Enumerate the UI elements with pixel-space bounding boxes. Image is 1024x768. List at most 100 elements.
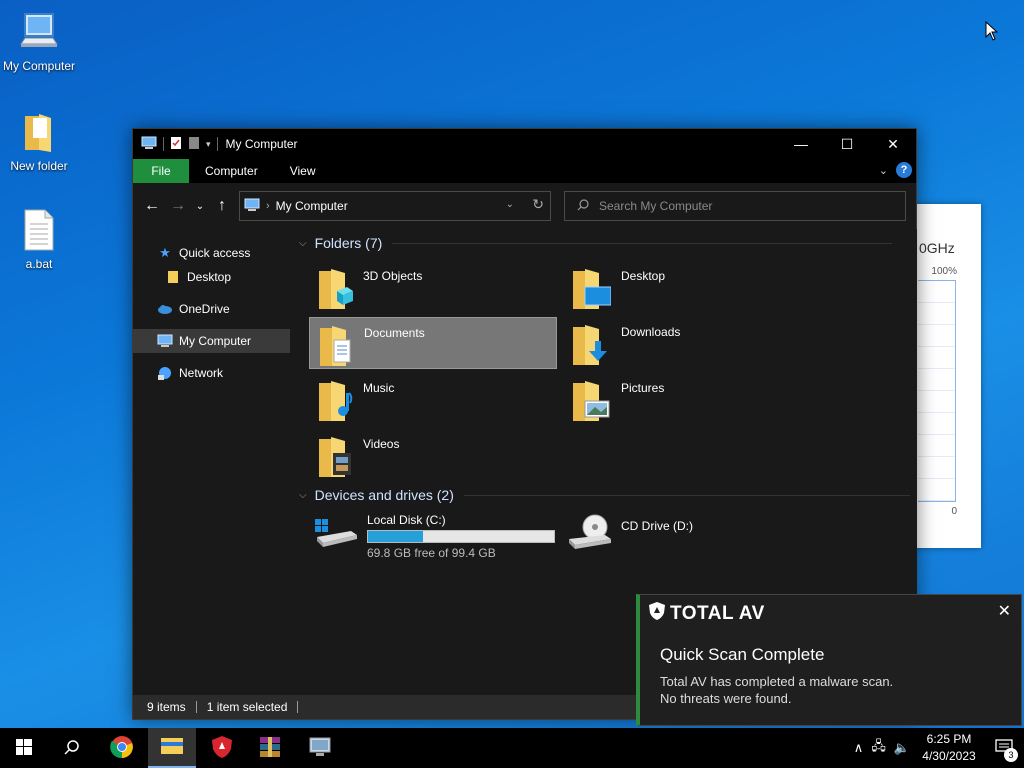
star-icon: ★ [159, 245, 171, 260]
group-title: Devices and drives (2) [314, 487, 454, 503]
properties-icon[interactable] [170, 136, 182, 153]
folder-downloads[interactable]: Downloads [563, 317, 811, 369]
minimize-button[interactable]: — [778, 129, 824, 159]
folder-music[interactable]: Music [309, 373, 557, 425]
notification-badge: 3 [1004, 748, 1018, 762]
chrome-icon [110, 735, 134, 762]
desktop-folder-icon [571, 265, 612, 314]
antivirus-toast-notification[interactable]: TOTAL AV ✕ Quick Scan Complete Total AV … [636, 594, 1022, 726]
taskbar-remote-app[interactable] [296, 728, 344, 768]
search-button[interactable] [48, 728, 96, 768]
desktop-icon-my-computer[interactable]: My Computer [0, 8, 78, 73]
customize-toolbar-icon[interactable]: ▾ [206, 139, 211, 150]
shield-icon [648, 601, 666, 627]
chevron-down-icon[interactable]: ⌄ [506, 199, 514, 210]
recent-locations-button[interactable]: ⌄ [191, 193, 209, 219]
refresh-icon[interactable]: ↻ [532, 196, 544, 213]
music-folder-icon [317, 377, 353, 426]
file-explorer-icon [160, 736, 184, 759]
brand-name: TOTAL AV [670, 603, 765, 624]
videos-folder-icon [317, 433, 353, 482]
nav-network[interactable]: Network [133, 361, 290, 385]
navigation-pane: ★ Quick access Desktop OneDrive My Compu… [133, 229, 290, 697]
toast-brand: TOTAL AV [648, 601, 765, 627]
desktop-icon-label: a.bat [25, 257, 53, 271]
start-button[interactable] [0, 728, 48, 768]
drive-name: Local Disk (C:) [367, 513, 446, 527]
close-icon[interactable]: ✕ [998, 601, 1011, 621]
folder-videos[interactable]: Videos [309, 429, 557, 481]
address-bar[interactable]: › My Computer ⌄ ↻ [239, 191, 551, 221]
folder-name: Videos [363, 437, 400, 451]
desktop-icon-a-bat[interactable]: a.bat [0, 206, 78, 271]
graph-max-label: 100% [931, 266, 957, 277]
chevron-down-icon[interactable]: ⌵ [299, 490, 307, 501]
taskbar-winrar[interactable] [246, 728, 294, 768]
new-folder-icon[interactable] [188, 136, 200, 153]
quick-access-toolbar: ▾ [133, 136, 218, 153]
cpu-speed-text: 0GHz [919, 240, 955, 256]
folder-pictures[interactable]: Pictures [563, 373, 811, 425]
toast-message-line: Total AV has completed a malware scan. [660, 674, 894, 689]
cpu-usage-graph [918, 280, 956, 502]
taskbar-chrome[interactable] [98, 728, 146, 768]
chevron-right-icon[interactable]: › [266, 200, 270, 212]
nav-label: OneDrive [179, 302, 230, 316]
action-center-button[interactable]: 3 [984, 728, 1024, 768]
folder-icon [165, 269, 181, 285]
show-hidden-icons-icon[interactable]: ∧ [854, 740, 864, 756]
folder-documents[interactable]: Documents [309, 317, 557, 369]
volume-icon[interactable]: 🔈 [894, 740, 910, 756]
folder-icon [0, 108, 78, 156]
expand-ribbon-icon[interactable]: ⌄ [879, 164, 888, 177]
group-title: Folders (7) [314, 235, 383, 251]
system-tray: ∧ 🖧 🔈 6:25 PM 4/30/2023 3 [850, 728, 1024, 768]
chevron-down-icon[interactable]: ⌵ [299, 238, 307, 249]
computer-icon [141, 136, 157, 153]
folder-3d-objects[interactable]: 3D Objects [309, 261, 557, 313]
folder-desktop[interactable]: Desktop [563, 261, 811, 313]
search-input[interactable] [599, 199, 889, 213]
title-bar[interactable]: ▾ My Computer — ☐ ✕ [133, 129, 916, 159]
background-performance-window[interactable]: 0GHz 100% 0 [915, 204, 981, 548]
folder-name: Downloads [621, 325, 681, 339]
computer-icon [157, 333, 173, 349]
windows-logo-icon [16, 738, 32, 758]
breadcrumb[interactable]: My Computer [276, 199, 348, 213]
folders-group-header[interactable]: ⌵ Folders (7) [299, 235, 893, 251]
toast-message-line: No threats were found. [660, 691, 792, 706]
navigation-bar: ← → ⌄ ↑ › My Computer ⌄ ↻ [133, 183, 916, 229]
devices-group-header[interactable]: ⌵ Devices and drives (2) [299, 487, 910, 503]
close-button[interactable]: ✕ [870, 129, 916, 159]
search-icon [64, 739, 80, 758]
toast-message: Total AV has completed a malware scan. N… [660, 673, 990, 707]
desktop-icon-new-folder[interactable]: New folder [0, 108, 78, 173]
taskbar-file-explorer[interactable] [148, 728, 196, 768]
nav-my-computer[interactable]: My Computer [133, 329, 290, 353]
nav-onedrive[interactable]: OneDrive [133, 297, 290, 321]
network-icon [157, 365, 173, 381]
mouse-cursor-icon [985, 20, 999, 44]
tab-computer[interactable]: Computer [189, 159, 274, 183]
maximize-button[interactable]: ☐ [824, 129, 870, 159]
forward-button[interactable]: → [165, 193, 191, 219]
tab-file[interactable]: File [133, 159, 189, 183]
taskbar-antivirus[interactable] [198, 728, 246, 768]
help-icon[interactable]: ? [896, 162, 912, 178]
nav-label: My Computer [179, 334, 252, 348]
nav-desktop[interactable]: Desktop [133, 265, 290, 289]
selection-count: 1 item selected [206, 700, 288, 714]
network-icon[interactable]: 🖧 [871, 737, 886, 759]
back-button[interactable]: ← [139, 193, 165, 219]
drive-cd-d[interactable]: CD Drive (D:) [567, 513, 693, 556]
drive-local-disk-c[interactable]: Local Disk (C:) 69.8 GB free of 99.4 GB [313, 513, 555, 560]
clock-date: 4/30/2023 [922, 749, 976, 763]
ribbon-tabs: File Computer View ⌄ ? [133, 159, 916, 183]
search-box[interactable] [564, 191, 906, 221]
cd-drive-icon [567, 513, 613, 556]
tab-view[interactable]: View [274, 159, 332, 183]
desktop-icon-label: My Computer [2, 59, 76, 73]
up-button[interactable]: ↑ [209, 193, 235, 219]
clock[interactable]: 6:25 PM 4/30/2023 [914, 731, 984, 765]
nav-quick-access[interactable]: ★ Quick access [133, 241, 290, 265]
